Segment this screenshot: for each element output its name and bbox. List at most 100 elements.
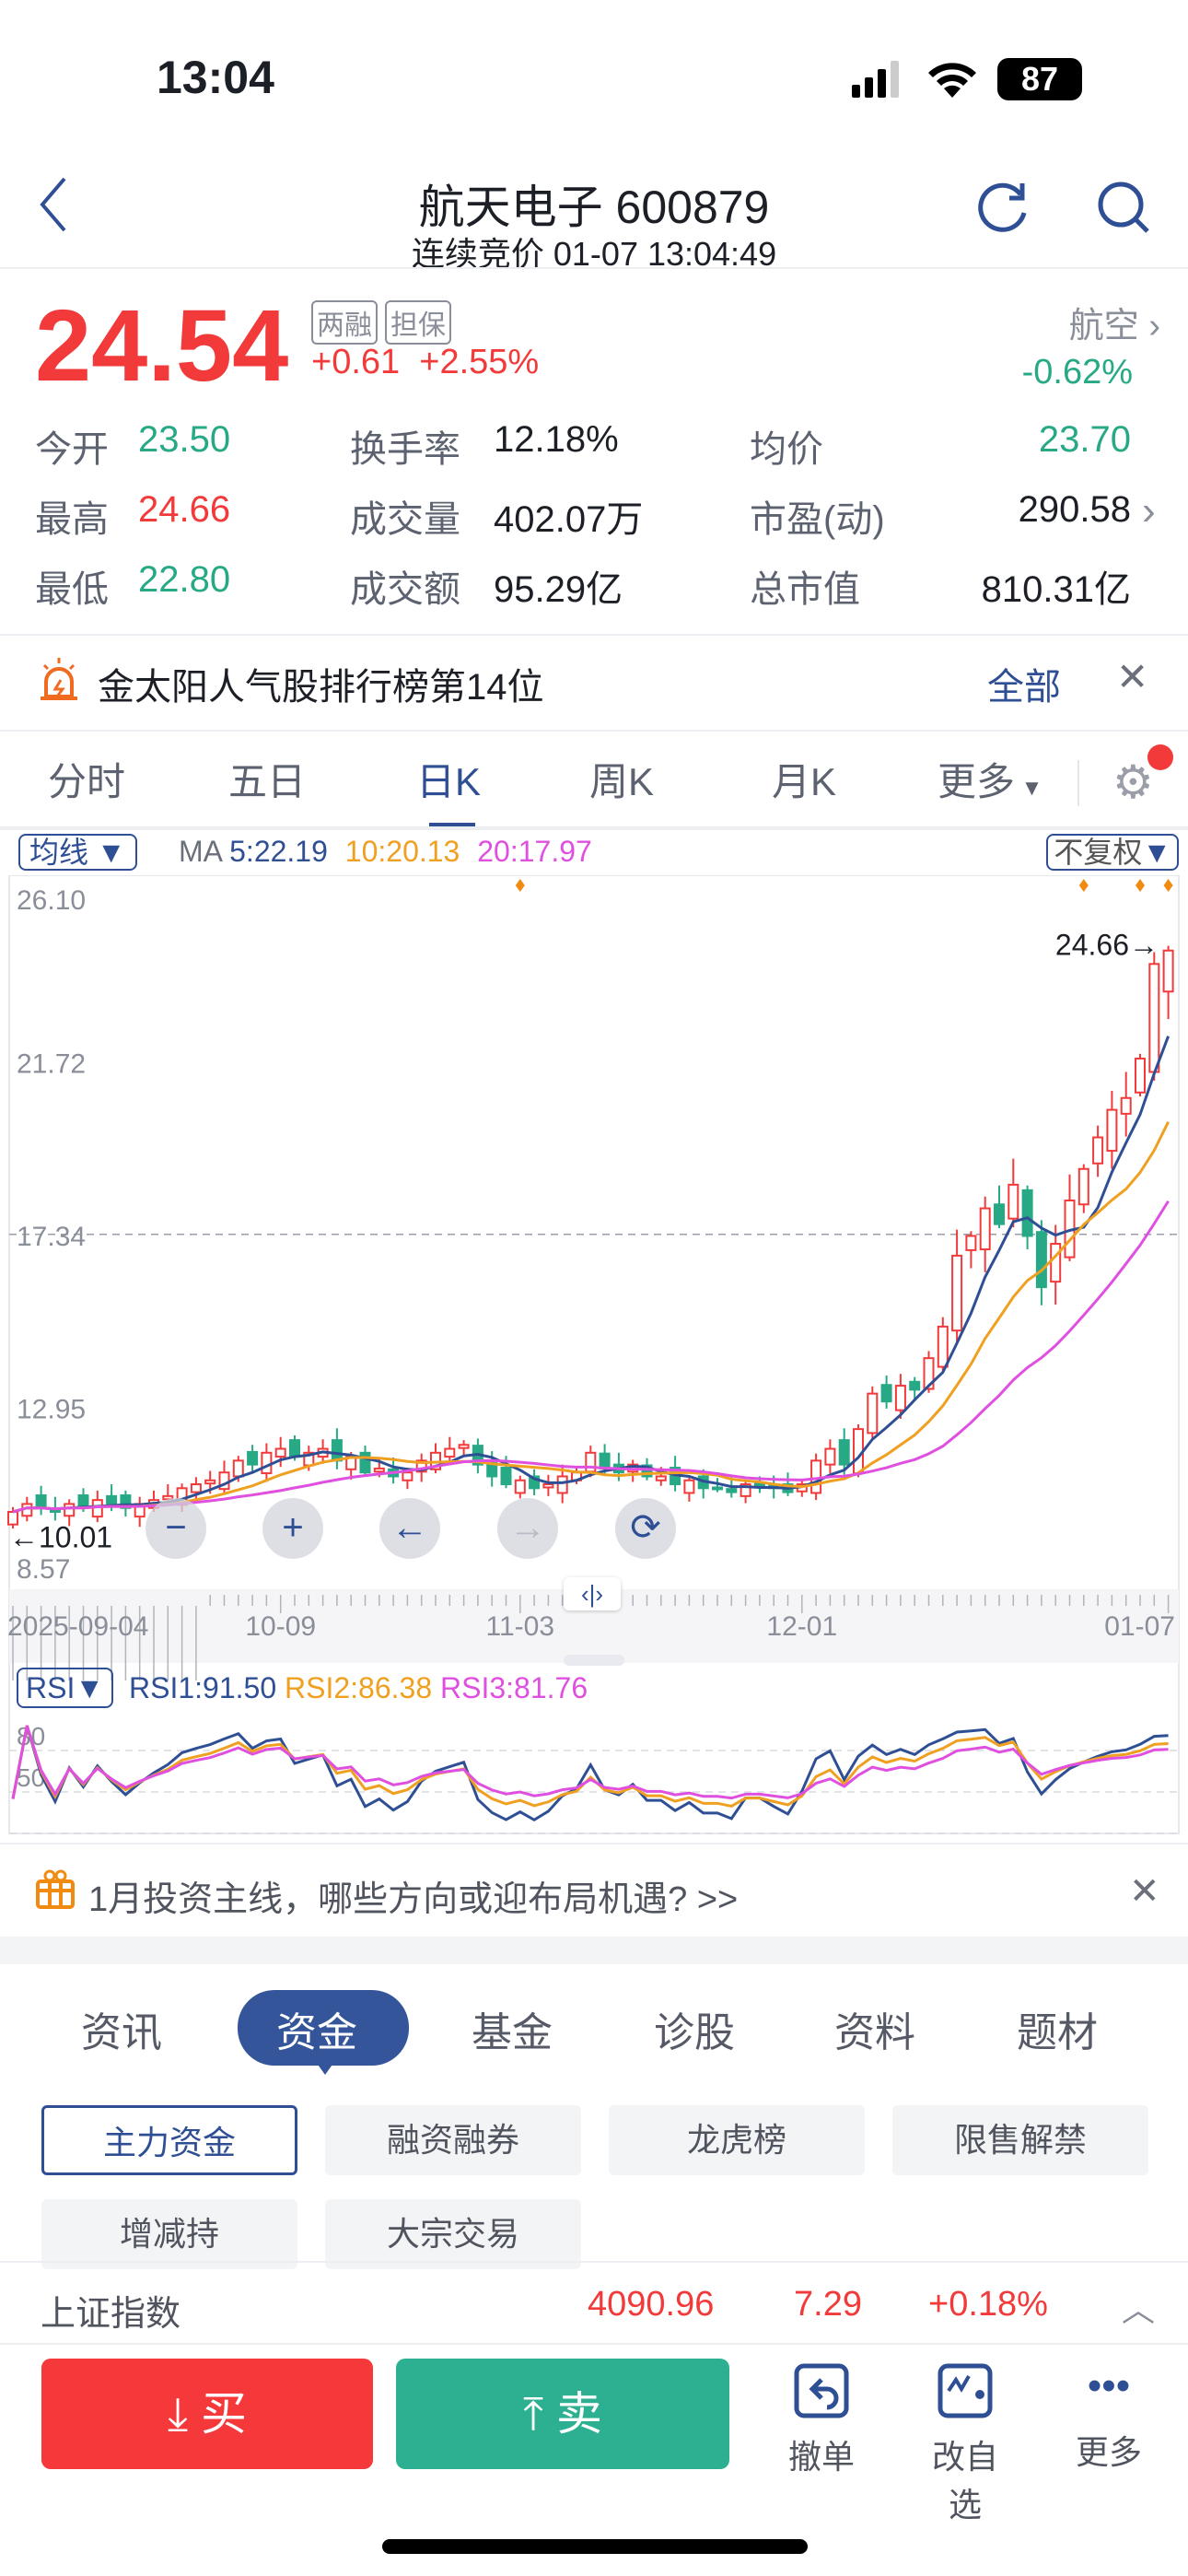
settings-icon[interactable]: ⚙ (1112, 755, 1154, 809)
timeline-scroll-handle[interactable]: ‹|› (564, 1577, 621, 1610)
y-tick-label: 21.72 (17, 1048, 86, 1079)
price-change-pct: +2.55% (419, 343, 540, 381)
adjust-select[interactable]: 不复权▼ (1046, 834, 1179, 871)
stat-value: 95.29亿 (494, 569, 623, 610)
tab-2[interactable]: 日K (416, 751, 481, 807)
zoom-in-button[interactable]: + (262, 1498, 323, 1559)
info-tab-0[interactable]: 资讯 (81, 1999, 162, 2058)
ranking-notice[interactable]: 金太阳人气股排行榜第14位 (98, 657, 544, 710)
candle (1035, 1231, 1047, 1289)
candle (500, 1467, 512, 1486)
indicator-select[interactable]: 均线 ▼ (18, 834, 137, 871)
buy-button[interactable]: ⤓ 买 (41, 2359, 373, 2469)
adjust-label: 不复权 (1054, 836, 1143, 869)
candle (204, 1479, 216, 1485)
candle (909, 1380, 921, 1391)
y-tick-label: 17.34 (17, 1222, 86, 1252)
candle (1162, 949, 1174, 993)
battery-icon: 87 (997, 58, 1082, 100)
cancel-order-button[interactable]: 撤单 (775, 2363, 868, 2478)
scroll-right-button[interactable]: → (497, 1498, 558, 1559)
ma5-line (12, 1036, 1171, 1514)
stat-value: 22.80 (138, 559, 231, 600)
candle (867, 1392, 879, 1434)
sell-label: 卖 (556, 2388, 602, 2440)
candle (965, 1235, 977, 1251)
candle (1050, 1243, 1062, 1283)
event-marker (1136, 879, 1145, 892)
candle (1007, 1183, 1019, 1220)
candle (599, 1452, 611, 1469)
sell-button[interactable]: ⤒ 卖 (396, 2359, 729, 2469)
fund-chip[interactable]: 大宗交易 (325, 2199, 581, 2269)
fund-chip[interactable]: 限售解禁 (892, 2105, 1148, 2175)
scroll-left-button[interactable]: ← (379, 1498, 440, 1559)
tab-0[interactable]: 分时 (48, 751, 125, 807)
notice-all-link[interactable]: 全部 (987, 657, 1061, 710)
candle (359, 1451, 371, 1474)
gift-icon (35, 1868, 76, 1914)
fund-chip[interactable]: 龙虎榜 (609, 2105, 865, 2175)
candle (274, 1447, 286, 1458)
more-button[interactable]: ••• 更多 (1063, 2363, 1155, 2474)
tab-1[interactable]: 五日 (228, 751, 306, 807)
stat-label: 成交量 (350, 499, 460, 540)
zoom-out-button[interactable]: − (146, 1498, 206, 1559)
candle (838, 1439, 850, 1466)
fund-chip[interactable]: 融资融券 (325, 2105, 581, 2175)
promo-banner[interactable]: 1月投资主线，哪些方向或迎布局机遇? >> (88, 1870, 738, 1921)
panel-resize-handle[interactable] (564, 1655, 624, 1666)
rsi-select[interactable]: RSI▼ (17, 1668, 114, 1708)
candle (824, 1447, 836, 1466)
ma20-value: 20:17.97 (477, 835, 592, 868)
refresh-icon[interactable] (976, 180, 1031, 240)
candle (1106, 1108, 1118, 1153)
candle (937, 1325, 949, 1368)
stat-value: 23.50 (138, 419, 231, 460)
tab-label: 周K (589, 760, 655, 803)
buy-arrow-icon: ⤓ (167, 2388, 189, 2440)
index-change-pct: +0.18% (928, 2285, 1048, 2324)
notice-close-icon[interactable]: ✕ (1116, 654, 1148, 699)
candle (373, 1467, 385, 1473)
tab-3[interactable]: 周K (589, 751, 654, 807)
info-tab-1[interactable]: 资金 (276, 1999, 357, 2058)
candle (331, 1439, 343, 1462)
tab-label: 更多 (938, 760, 1016, 803)
candle (261, 1451, 273, 1475)
battery-level: 87 (1020, 60, 1059, 98)
rotate-screen-button[interactable]: ⟳ (615, 1498, 676, 1559)
sector-link[interactable]: 航空 › -0.62% (1022, 297, 1160, 392)
event-marker (515, 879, 525, 892)
pe-chevron-icon[interactable]: › (1142, 488, 1156, 534)
event-marker (1163, 879, 1173, 892)
ma-title: MA (179, 835, 222, 868)
stat-label: 最低 (35, 569, 109, 610)
sector-change: -0.62% (1021, 353, 1133, 392)
tab-4[interactable]: 月K (772, 751, 836, 807)
stat-label: 市盈(动) (750, 499, 885, 540)
tab-5[interactable]: 更多 ▼ (938, 751, 1042, 807)
index-name[interactable]: 上证指数 (41, 2285, 181, 2336)
fund-chip[interactable]: 增减持 (41, 2199, 297, 2269)
promo-close-icon[interactable]: ✕ (1129, 1870, 1160, 1913)
candle (951, 1254, 963, 1332)
event-marker (1078, 879, 1089, 892)
stat-value: 23.70 (1038, 419, 1131, 460)
candle (1021, 1188, 1033, 1237)
info-tab-2[interactable]: 基金 (472, 1999, 553, 2058)
alarm-icon (39, 656, 79, 707)
max-price-label: 24.66→ (1055, 929, 1159, 962)
info-tab-3[interactable]: 诊股 (654, 1999, 735, 2058)
chevron-up-icon[interactable]: ︿ (1122, 2283, 1155, 2331)
tab-label: 日K (416, 760, 482, 803)
candle (1120, 1096, 1132, 1115)
candle (880, 1384, 892, 1403)
info-tab-4[interactable]: 资料 (834, 1999, 915, 2058)
stat-label: 最高 (35, 499, 109, 540)
candle (1077, 1167, 1089, 1206)
edit-watchlist-button[interactable]: 改自选 (919, 2363, 1011, 2526)
search-icon[interactable] (1096, 180, 1151, 240)
info-tab-5[interactable]: 题材 (1017, 1999, 1098, 2058)
fund-chip[interactable]: 主力资金 (41, 2105, 297, 2175)
